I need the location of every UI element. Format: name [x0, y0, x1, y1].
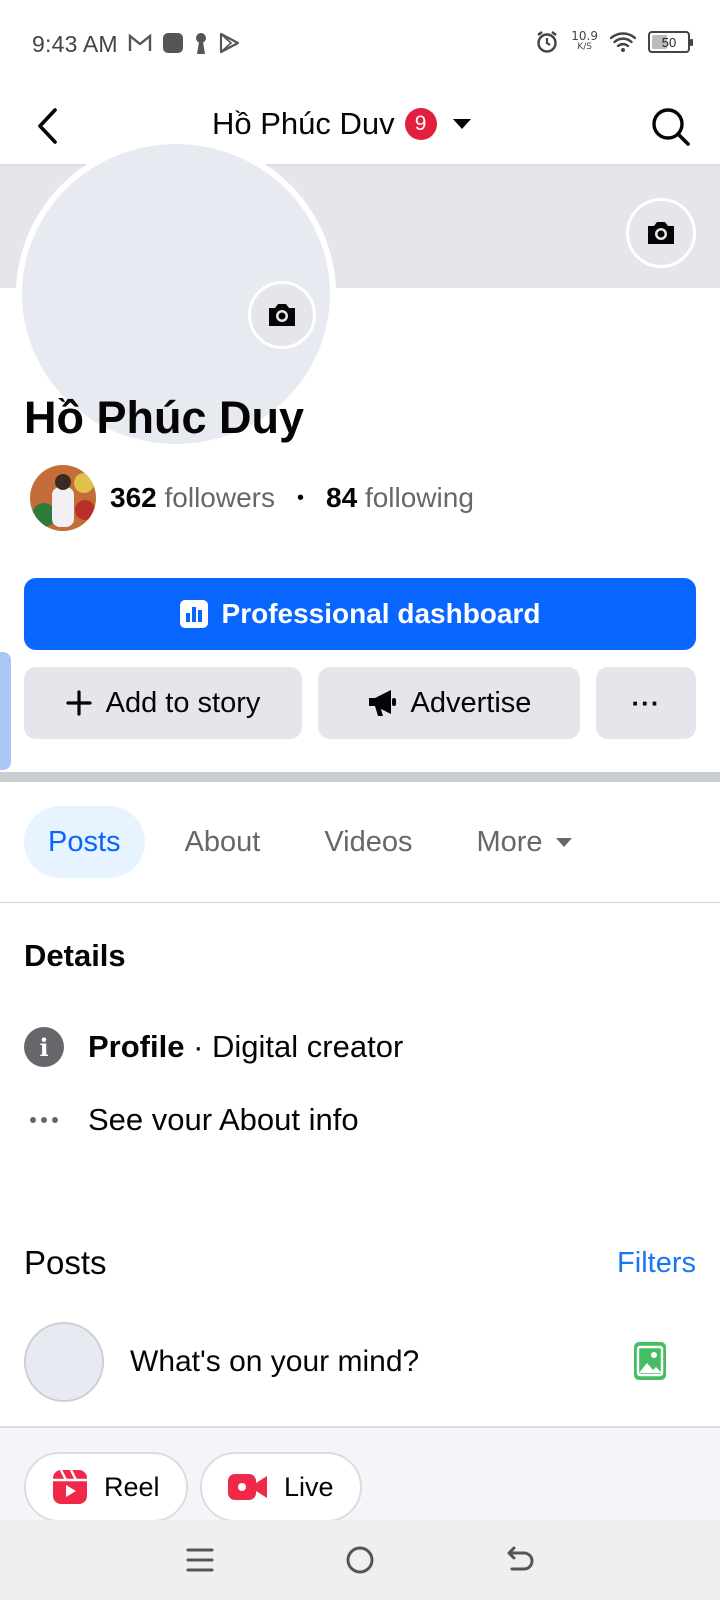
more-options-button[interactable]: ···	[596, 667, 696, 739]
home-circle-icon	[346, 1546, 374, 1574]
battery-icon: 50	[648, 31, 693, 53]
tabs-divider	[0, 902, 720, 903]
professional-dashboard-button[interactable]: Professional dashboard	[24, 578, 696, 650]
followers-stat[interactable]: 362 followers	[110, 482, 275, 514]
status-time: 9:43 AM	[32, 31, 118, 57]
stat-separator: •	[296, 486, 304, 509]
professional-dashboard-label: Professional dashboard	[221, 598, 541, 629]
tab-posts[interactable]: Posts	[24, 806, 145, 878]
composer-avatar	[24, 1322, 104, 1402]
detail-about-link[interactable]: See vour About info	[24, 1102, 359, 1138]
caret-down-icon	[555, 837, 572, 847]
details-heading: Details	[24, 938, 126, 973]
tab-about[interactable]: About	[161, 806, 285, 878]
caret-down-icon	[452, 119, 471, 129]
alarm-icon	[537, 31, 558, 53]
battery-level: 50	[661, 34, 677, 50]
megaphone-icon	[368, 690, 396, 716]
play-store-icon	[219, 32, 240, 54]
detail-profile-value: · Digital creator	[193, 1029, 404, 1064]
tab-videos[interactable]: Videos	[300, 806, 436, 878]
system-back-button[interactable]	[490, 1530, 550, 1590]
advertise-label: Advertise	[410, 686, 532, 719]
live-video-icon	[228, 1474, 267, 1500]
status-bar: 9:43 AM 10.9 K/S 50	[0, 0, 720, 88]
notification-badge: 9	[404, 108, 437, 140]
follow-stats[interactable]: 362 followers • 84 following	[30, 465, 474, 531]
profile-tabs: Posts About Videos More	[24, 806, 613, 878]
camera-icon	[648, 222, 674, 244]
net-speed-value: 10.9	[571, 29, 598, 43]
detail-profile-category: i Profile · Digital creator	[24, 1027, 403, 1067]
app-icon	[163, 33, 183, 53]
recents-button[interactable]	[170, 1530, 230, 1590]
keyhole-icon	[196, 33, 206, 54]
tab-more[interactable]: More	[452, 806, 596, 878]
profile-name: Hồ Phúc Duy	[24, 392, 305, 443]
edit-profile-picture-button[interactable]	[248, 281, 316, 349]
search-button[interactable]	[648, 104, 694, 150]
post-type-chips: Reel Live	[0, 1428, 720, 1522]
photo-button[interactable]	[634, 1342, 666, 1385]
back-arrow-icon	[507, 1546, 534, 1571]
gmail-icon	[128, 33, 152, 51]
system-nav-bar	[0, 1520, 720, 1600]
advertise-button[interactable]: Advertise	[318, 667, 580, 739]
menu-icon	[186, 1548, 214, 1572]
following-count: 84	[326, 482, 358, 513]
follower-avatar	[30, 465, 96, 531]
wifi-icon	[610, 32, 636, 52]
ellipsis-icon	[24, 1117, 64, 1123]
photo-icon	[634, 1342, 666, 1380]
status-left-icons	[128, 32, 240, 54]
about-info-link[interactable]: See vour About info	[88, 1102, 359, 1138]
home-button[interactable]	[330, 1530, 390, 1590]
followers-count: 362	[110, 482, 157, 513]
dashboard-chart-icon	[179, 600, 208, 628]
header-title: Hồ Phúc Duv	[212, 106, 395, 141]
back-button[interactable]	[28, 104, 68, 148]
section-divider	[0, 772, 720, 782]
followers-label: followers	[164, 482, 275, 513]
composer-placeholder[interactable]: What's on your mind?	[130, 1345, 419, 1379]
live-label: Live	[284, 1471, 334, 1502]
info-icon: i	[24, 1027, 64, 1067]
add-to-story-button[interactable]: Add to story	[24, 667, 302, 739]
more-options-icon: ···	[631, 687, 661, 718]
net-speed: 10.9 K/S	[571, 29, 598, 53]
plus-icon	[66, 690, 92, 716]
tab-more-label: More	[476, 825, 543, 858]
posts-heading: Posts	[24, 1244, 107, 1281]
detail-profile-label: Profile	[88, 1029, 185, 1064]
camera-icon	[269, 304, 295, 326]
chevron-left-icon	[38, 108, 57, 144]
header-title-group[interactable]: Hồ Phúc Duv 9	[212, 106, 477, 142]
net-speed-unit: K/S	[577, 42, 592, 52]
profile-actions: Add to story Advertise ···	[24, 667, 696, 739]
status-right-icons: 10.9 K/S 50	[535, 29, 693, 54]
search-icon	[652, 108, 690, 146]
edge-handle[interactable]	[0, 652, 11, 770]
add-to-story-label: Add to story	[105, 686, 261, 719]
post-composer[interactable]: What's on your mind?	[24, 1322, 696, 1402]
following-stat[interactable]: 84 following	[326, 482, 474, 514]
reel-chip[interactable]: Reel	[24, 1452, 188, 1522]
filters-link[interactable]: Filters	[617, 1247, 696, 1280]
reel-icon	[53, 1469, 87, 1504]
live-chip[interactable]: Live	[200, 1452, 362, 1522]
following-label: following	[364, 482, 474, 513]
account-switch-caret[interactable]	[447, 109, 477, 139]
edit-cover-button[interactable]	[626, 198, 696, 268]
reel-label: Reel	[104, 1471, 160, 1502]
